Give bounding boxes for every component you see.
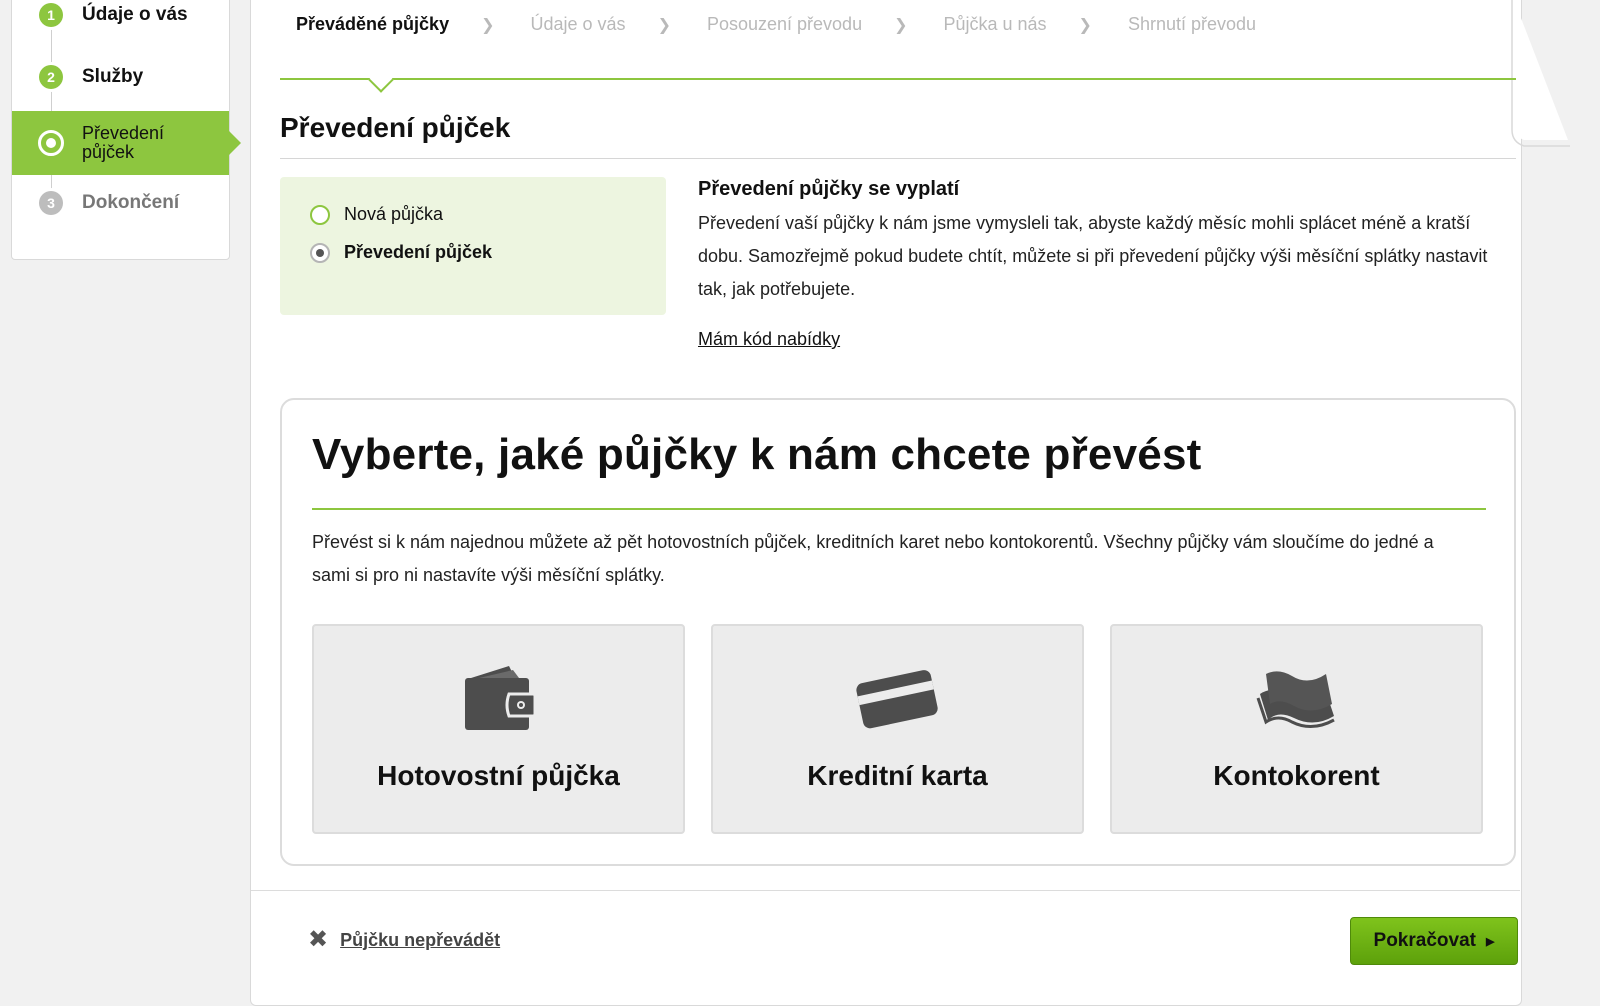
tile-label: Kreditní karta bbox=[807, 760, 988, 791]
breadcrumb-item-loan-with-us: Půjčka u nás bbox=[943, 14, 1047, 34]
card-corner-decoration bbox=[1511, 0, 1570, 147]
banknotes-icon bbox=[1256, 671, 1335, 728]
sidebar-step-label: Dokončení bbox=[82, 192, 180, 213]
tile-label: Kontokorent bbox=[1213, 760, 1380, 791]
play-arrow-icon: ▶ bbox=[1485, 935, 1495, 948]
footer-divider bbox=[251, 890, 1520, 891]
sidebar-step-label: Údaje o vás bbox=[82, 4, 188, 25]
tile-label: Hotovostní půjčka bbox=[377, 760, 620, 791]
chevron-right-icon: ❯ bbox=[657, 16, 671, 34]
info-text: Převedení vaší půjčky k nám jsme vymysle… bbox=[698, 213, 1488, 299]
sidebar-step-services[interactable]: 2 Služby bbox=[12, 61, 229, 93]
continue-button[interactable]: Pokračovat ▶ bbox=[1350, 917, 1518, 965]
loan-selection-panel: Vyberte, jaké půjčky k nám chcete převés… bbox=[280, 398, 1516, 866]
breadcrumb-item-assessment: Posouzení převodu bbox=[706, 14, 863, 34]
step-number-badge: 3 bbox=[39, 191, 63, 215]
radio-label: Převedení půjček bbox=[344, 242, 493, 262]
sidebar-step-completion: 3 Dokončení bbox=[12, 187, 229, 219]
info-box: Převedení půjčky se vyplatí Převedení va… bbox=[698, 178, 1488, 306]
wallet-icon bbox=[464, 666, 536, 730]
radio-new-loan[interactable]: Nová půjčka bbox=[310, 204, 443, 225]
page-title: Převedení půjček bbox=[280, 112, 511, 143]
tile-credit-card[interactable]: Kreditní karta bbox=[711, 624, 1084, 834]
step-number-badge: 2 bbox=[39, 65, 63, 89]
tile-cash-loan[interactable]: Hotovostní půjčka bbox=[312, 624, 685, 834]
sidebar-step-loan-transfer: Převedení půjček bbox=[12, 111, 241, 175]
radio-loan-transfer[interactable]: Převedení půjček bbox=[310, 242, 492, 263]
sidebar-step-personal-info[interactable]: 1 Údaje o vás bbox=[12, 0, 229, 31]
sidebar-step-label: Převedení půjček bbox=[82, 123, 165, 162]
breadcrumb: Převáděné půjčky ❯ Údaje o vás ❯ Posouze… bbox=[296, 14, 1256, 35]
radio-label: Nová půjčka bbox=[344, 204, 444, 224]
panel-divider bbox=[312, 508, 1486, 510]
panel-description: Převést si k nám najednou můžete až pět … bbox=[312, 532, 1434, 585]
progress-sidebar: 1 Údaje o vás 2 Služby Převedení půjček … bbox=[11, 0, 241, 260]
close-icon: ✖ bbox=[308, 926, 329, 953]
radio-checked-icon[interactable] bbox=[310, 242, 330, 263]
step-number-badge: 1 bbox=[39, 3, 63, 27]
tile-overdraft[interactable]: Kontokorent bbox=[1110, 624, 1483, 834]
panel-title: Vyberte, jaké půjčky k nám chcete převés… bbox=[312, 430, 1202, 479]
chevron-right-icon: ❯ bbox=[1078, 16, 1092, 34]
chevron-right-icon: ❯ bbox=[894, 16, 908, 34]
skip-transfer-label: Půjčku nepřevádět bbox=[340, 929, 501, 950]
breadcrumb-underline bbox=[280, 78, 1516, 80]
current-step-icon bbox=[38, 130, 64, 156]
info-heading: Převedení půjčky se vyplatí bbox=[698, 178, 960, 200]
offer-code-link[interactable]: Mám kód nabídky bbox=[698, 329, 840, 350]
credit-card-icon bbox=[855, 670, 938, 729]
divider bbox=[280, 158, 1516, 159]
loan-type-radio-group: Nová půjčka Převedení půjček bbox=[280, 177, 666, 315]
chevron-right-icon: ❯ bbox=[481, 16, 495, 34]
sidebar-step-label: Služby bbox=[82, 66, 144, 87]
breadcrumb-item-summary: Shrnutí převodu bbox=[1127, 14, 1257, 34]
radio-unchecked-icon[interactable] bbox=[310, 204, 330, 225]
skip-transfer-link[interactable]: ✖ Půjčku nepřevádět bbox=[308, 928, 500, 952]
breadcrumb-item-personal-info: Údaje o vás bbox=[530, 14, 626, 34]
continue-button-label: Pokračovat bbox=[1373, 930, 1476, 951]
breadcrumb-item-transferred-loans[interactable]: Převáděné půjčky bbox=[296, 14, 449, 35]
